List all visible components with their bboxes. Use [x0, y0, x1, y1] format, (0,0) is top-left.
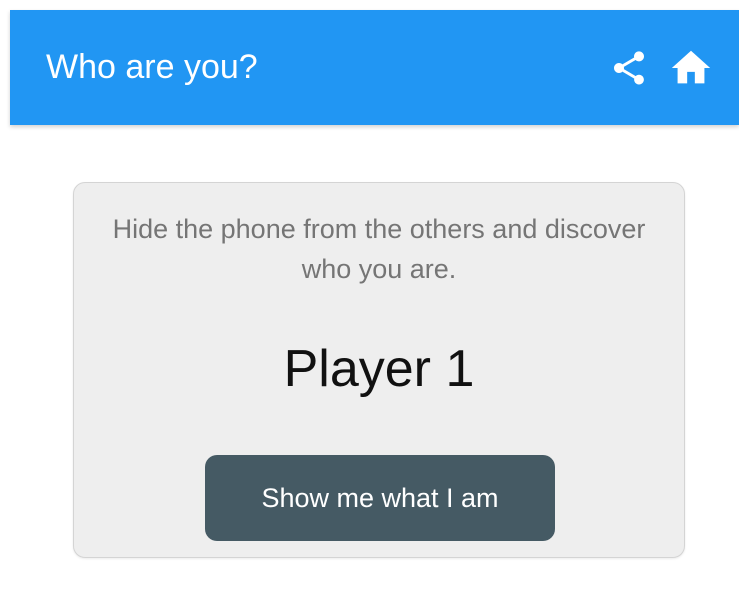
app-bar-title: Who are you? — [46, 48, 258, 86]
app-bar-actions — [605, 10, 715, 125]
home-icon — [668, 45, 714, 91]
share-button[interactable] — [605, 44, 653, 92]
instruction-text: Hide the phone from the others and disco… — [112, 214, 646, 284]
app-bar: Who are you? — [10, 10, 739, 125]
home-button[interactable] — [667, 44, 715, 92]
show-role-button[interactable]: Show me what I am — [205, 455, 555, 541]
player-card: Hide the phone from the others and disco… — [73, 182, 685, 558]
share-icon — [609, 48, 649, 88]
player-name: Player 1 — [283, 340, 475, 398]
